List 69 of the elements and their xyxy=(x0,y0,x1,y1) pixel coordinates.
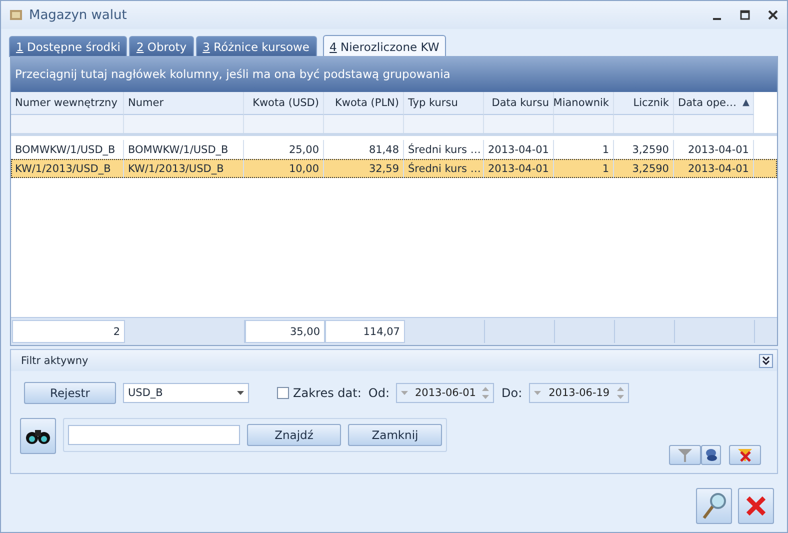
table-cell: 10,00 xyxy=(244,159,324,178)
checkbox[interactable] xyxy=(277,387,289,399)
tab[interactable]: 1 Dostępne środki xyxy=(9,36,128,57)
filter-cell[interactable] xyxy=(484,115,554,133)
table-cell: 1 xyxy=(554,159,614,178)
total-cell: 114,07 xyxy=(325,320,405,343)
funnel-cross-icon xyxy=(737,448,753,462)
dropdown-caret-icon xyxy=(534,391,542,395)
register-dropdown[interactable]: USD_B xyxy=(123,383,249,403)
window-title: Magazyn walut xyxy=(29,8,128,22)
table-cell: 3,2590 xyxy=(614,159,674,178)
table-cell: KW/1/2013/USD_B xyxy=(124,159,244,178)
dropdown-caret-icon xyxy=(401,391,408,395)
funnel-icon xyxy=(678,448,692,462)
table-cell: 2013-04-01 xyxy=(484,159,554,178)
column-header[interactable]: Kwota (PLN) xyxy=(324,92,404,115)
close-search-button[interactable]: Zamknij xyxy=(348,424,442,446)
tab[interactable]: 4 Nierozliczone KW xyxy=(322,35,446,57)
group-panel-hint: Przeciągnij tutaj nagłówek kolumny, jeśli ma ona być podstawą grupowania xyxy=(11,56,777,92)
filter-cell[interactable] xyxy=(11,115,124,133)
stack-icon xyxy=(704,448,718,462)
from-label: Od: xyxy=(368,386,390,400)
binoculars-button[interactable] xyxy=(20,418,56,454)
column-header[interactable]: Data kursu xyxy=(484,92,554,115)
app-icon xyxy=(9,8,23,22)
preview-button[interactable] xyxy=(696,488,732,524)
column-header[interactable]: Kwota (USD) xyxy=(244,92,324,115)
collapse-icon[interactable] xyxy=(759,354,773,368)
column-header[interactable]: Typ kursu xyxy=(404,92,484,115)
column-header[interactable]: Numer xyxy=(124,92,244,115)
search-field[interactable] xyxy=(68,425,240,445)
spinner-arrows-icon[interactable] xyxy=(617,386,624,400)
filter-cell[interactable] xyxy=(124,115,244,133)
sort-indicator: ▲ xyxy=(742,98,750,108)
table-row[interactable]: KW/1/2013/USD_B KW/1/2013/USD_B 10,00 32,59 Średni kurs … 2013-04-01 1 3,2590 2013-04-01 xyxy=(11,159,777,178)
table-cell: KW/1/2013/USD_B xyxy=(11,159,124,178)
date-range-label: Zakres dat: xyxy=(293,386,362,400)
filter-cell[interactable] xyxy=(404,115,484,133)
close-icon[interactable] xyxy=(767,9,779,21)
column-header[interactable]: Licznik xyxy=(614,92,674,115)
to-label: Do: xyxy=(501,386,522,400)
to-date-field[interactable]: 2013-06-19 xyxy=(529,383,630,403)
cancel-button[interactable] xyxy=(738,488,774,524)
table-cell: Średni kurs … xyxy=(404,159,484,178)
filter-cell[interactable] xyxy=(244,115,324,133)
filter-cell[interactable] xyxy=(324,115,404,133)
layers-button[interactable] xyxy=(701,445,721,465)
column-header[interactable]: Mianownik xyxy=(554,92,614,115)
total-cell: 35,00 xyxy=(245,320,325,343)
filter-panel-title: Filtr aktywny xyxy=(21,354,88,366)
filter-cell[interactable] xyxy=(554,115,614,133)
column-header[interactable]: Data ope… ▲ xyxy=(674,92,754,115)
maximize-icon[interactable] xyxy=(739,9,751,21)
filter-cell[interactable] xyxy=(674,115,754,133)
table-cell: 32,59 xyxy=(324,159,404,178)
spinner-arrows-icon[interactable] xyxy=(482,386,490,400)
tab[interactable]: 3 Różnice kursowe xyxy=(196,36,317,57)
cross-icon xyxy=(745,495,767,517)
column-header[interactable]: Numer wewnętrzny xyxy=(11,92,124,115)
table-cell: 2013-04-01 xyxy=(674,159,754,178)
magnifier-icon xyxy=(701,492,727,520)
total-cell: 2 xyxy=(12,320,125,343)
clear-filter-button[interactable] xyxy=(729,445,761,465)
dropdown-caret-icon xyxy=(237,391,244,395)
filter-cell[interactable] xyxy=(614,115,674,133)
find-button[interactable]: Znajdź xyxy=(247,424,341,446)
tab[interactable]: 2 Obroty xyxy=(129,36,194,57)
register-button[interactable]: Rejestr xyxy=(24,382,116,404)
from-date-field[interactable]: 2013-06-01 xyxy=(396,383,494,403)
